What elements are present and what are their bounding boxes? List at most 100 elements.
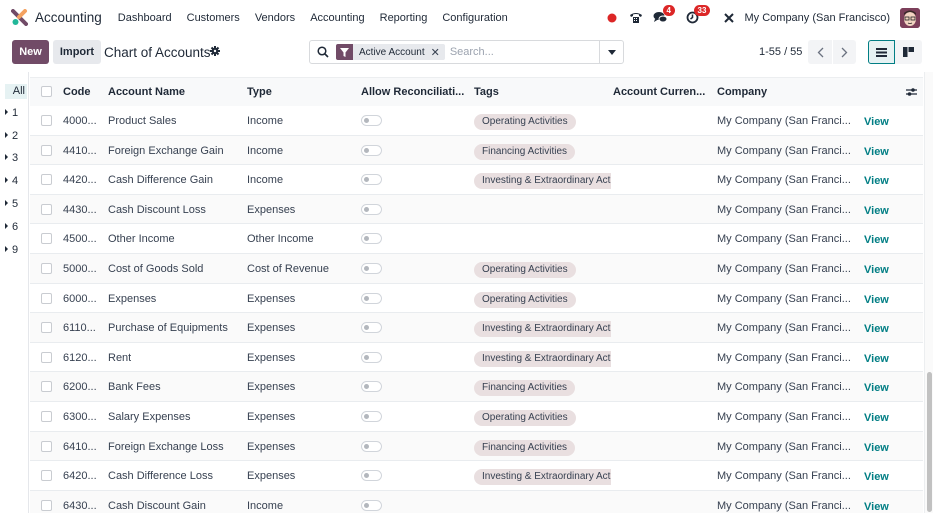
table-row[interactable]: 4500... Other Income Other Income My Compan…: [30, 224, 923, 254]
sidebar-group-9[interactable]: 9: [5, 244, 25, 256]
table-row[interactable]: 4410... Foreign Exchange Gain Income Financ…: [30, 135, 923, 166]
allow-reconciliation-toggle[interactable]: [361, 263, 382, 274]
table-row[interactable]: 4430... Cash Discount Loss Expenses My Comp…: [30, 194, 923, 225]
search-icon[interactable]: [317, 46, 329, 58]
menu-vendors[interactable]: Vendors: [255, 12, 295, 24]
sidebar-group-6[interactable]: 6: [5, 221, 25, 233]
view-link[interactable]: View: [864, 234, 889, 246]
new-button[interactable]: New: [12, 40, 49, 64]
sidebar-group-5[interactable]: 5: [5, 198, 25, 210]
menu-accounting[interactable]: Accounting: [310, 12, 364, 24]
view-link[interactable]: View: [864, 442, 889, 454]
sidebar-group-4[interactable]: 4: [5, 175, 25, 187]
column-allow-reconciliation[interactable]: Allow Reconciliati...: [361, 86, 464, 98]
allow-reconciliation-toggle[interactable]: [361, 351, 382, 363]
table-row[interactable]: 6300... Salary Expenses Expenses Operating …: [30, 402, 923, 432]
view-link[interactable]: View: [864, 353, 889, 365]
allow-reconciliation-toggle[interactable]: [361, 470, 382, 482]
allow-reconciliation-toggle[interactable]: [361, 292, 382, 304]
table-row[interactable]: 6430... Cash Discount Gain Income My Compan…: [30, 490, 923, 513]
view-link[interactable]: View: [864, 382, 889, 394]
search-input[interactable]: [449, 46, 590, 58]
row-checkbox[interactable]: [41, 203, 52, 215]
sidebar-group-3[interactable]: 3: [5, 152, 25, 164]
allow-reconciliation-toggle[interactable]: [361, 144, 382, 156]
table-row[interactable]: 6120... Rent Expenses Investing & Extraordi…: [30, 342, 923, 373]
remove-facet-icon[interactable]: ✕: [431, 46, 440, 59]
menu-customers[interactable]: Customers: [187, 12, 240, 24]
allow-reconciliation-toggle[interactable]: [361, 381, 382, 393]
menu-configuration[interactable]: Configuration: [442, 12, 507, 24]
view-link[interactable]: View: [864, 205, 889, 217]
column-tags[interactable]: Tags: [474, 86, 499, 98]
allow-reconciliation-toggle[interactable]: [361, 115, 382, 126]
view-link[interactable]: View: [864, 412, 889, 424]
select-all-checkbox[interactable]: [41, 86, 52, 97]
table-row[interactable]: 6420... Cash Difference Loss Expenses Inves…: [30, 461, 923, 491]
view-link[interactable]: View: [864, 501, 889, 513]
row-checkbox[interactable]: [41, 470, 52, 482]
import-button[interactable]: Import: [53, 40, 101, 64]
sidebar-group-1[interactable]: 1: [5, 107, 25, 119]
sidebar-group-2[interactable]: 2: [5, 130, 25, 142]
kanban-view-button[interactable]: [895, 40, 922, 64]
messages-icon[interactable]: 4: [653, 5, 675, 24]
table-row[interactable]: 5000... Cost of Goods Sold Cost of Revenue…: [30, 254, 923, 284]
allow-reconciliation-toggle[interactable]: [361, 203, 382, 215]
list-view-button[interactable]: [868, 40, 895, 64]
view-link[interactable]: View: [864, 294, 889, 306]
activities-icon[interactable]: 33: [686, 5, 711, 24]
column-code[interactable]: Code: [63, 86, 91, 98]
view-link[interactable]: View: [864, 471, 889, 483]
accounting-app-icon[interactable]: [11, 9, 28, 26]
table-row[interactable]: 6000... Expenses Expenses Operating Activit…: [30, 283, 923, 314]
column-company[interactable]: Company: [717, 86, 767, 98]
row-checkbox[interactable]: [41, 381, 52, 393]
gear-icon[interactable]: [210, 46, 220, 59]
vertical-scrollbar[interactable]: [924, 72, 933, 513]
column-account-currency[interactable]: Account Curren...: [613, 86, 705, 98]
row-checkbox[interactable]: [41, 351, 52, 363]
row-checkbox[interactable]: [41, 144, 52, 156]
view-link[interactable]: View: [864, 116, 889, 128]
allow-reconciliation-toggle[interactable]: [361, 174, 382, 186]
pager-value[interactable]: 1-55 / 55: [759, 46, 802, 58]
view-link[interactable]: View: [864, 175, 889, 187]
status-dot-icon[interactable]: [607, 13, 617, 23]
user-avatar[interactable]: [900, 7, 920, 28]
row-checkbox[interactable]: [41, 263, 52, 274]
view-link[interactable]: View: [864, 264, 889, 276]
allow-reconciliation-toggle[interactable]: [361, 440, 382, 452]
row-checkbox[interactable]: [41, 115, 52, 126]
phone-icon[interactable]: [629, 11, 643, 24]
table-row[interactable]: 6110... Purchase of Equipments Expenses Inv…: [30, 313, 923, 343]
pager-next-button[interactable]: [832, 40, 856, 64]
sidebar-item-all[interactable]: All: [5, 84, 27, 99]
row-checkbox[interactable]: [41, 292, 52, 304]
allow-reconciliation-toggle[interactable]: [361, 411, 382, 422]
row-checkbox[interactable]: [41, 440, 52, 452]
allow-reconciliation-toggle[interactable]: [361, 499, 382, 511]
column-type[interactable]: Type: [247, 86, 272, 98]
row-checkbox[interactable]: [41, 411, 52, 422]
scrollbar-thumb[interactable]: [927, 372, 932, 512]
view-link[interactable]: View: [864, 323, 889, 335]
allow-reconciliation-toggle[interactable]: [361, 322, 382, 334]
optional-columns-icon[interactable]: [906, 87, 917, 100]
allow-reconciliation-toggle[interactable]: [361, 233, 382, 245]
row-checkbox[interactable]: [41, 499, 52, 511]
column-account-name[interactable]: Account Name: [108, 86, 185, 98]
view-link[interactable]: View: [864, 146, 889, 158]
pager-previous-button[interactable]: [808, 40, 832, 64]
menu-dashboard[interactable]: Dashboard: [118, 12, 172, 24]
page-title[interactable]: Chart of Accounts: [104, 45, 211, 60]
table-row[interactable]: 4420... Cash Difference Gain Income Investi…: [30, 165, 923, 195]
row-checkbox[interactable]: [41, 322, 52, 334]
row-checkbox[interactable]: [41, 233, 52, 245]
search-options-toggle[interactable]: [599, 41, 623, 63]
row-checkbox[interactable]: [41, 174, 52, 186]
app-name[interactable]: Accounting: [35, 10, 102, 25]
table-row[interactable]: 6200... Bank Fees Expenses Financing Activi…: [30, 372, 923, 402]
menu-reporting[interactable]: Reporting: [380, 12, 428, 24]
table-row[interactable]: 6410... Foreign Exchange Loss Expenses Fina…: [30, 431, 923, 462]
